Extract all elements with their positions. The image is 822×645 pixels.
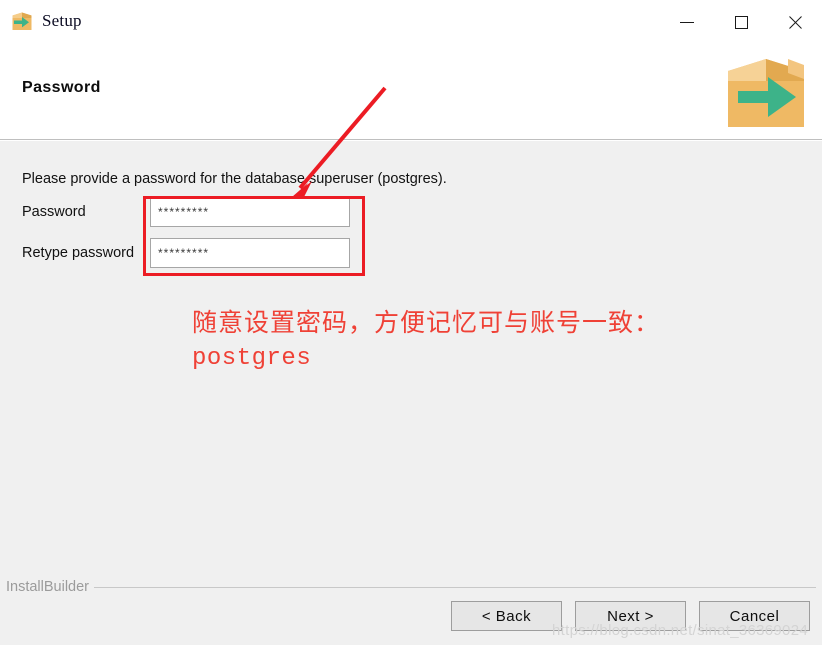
install-box-arrow-icon — [10, 9, 34, 33]
window-controls — [660, 0, 822, 45]
wizard-header: Password — [0, 45, 822, 140]
close-icon — [787, 15, 803, 31]
title-bar-left-group: Setup — [10, 9, 82, 33]
page-title: Password — [22, 79, 101, 96]
back-button[interactable]: < Back — [451, 601, 562, 631]
title-bar: Setup — [0, 0, 822, 46]
wizard-body: Please provide a password for the databa… — [0, 141, 822, 578]
wizard-footer: InstallBuilder < Back Next > Cancel http… — [0, 578, 822, 645]
retype-password-input[interactable] — [150, 238, 350, 268]
close-button[interactable] — [768, 0, 822, 45]
installbuilder-brand-label: InstallBuilder — [6, 579, 95, 595]
window-title: Setup — [42, 11, 82, 30]
password-label: Password — [22, 204, 86, 220]
annotation-line-1: 随意设置密码，方便记忆可与账号一致： — [192, 310, 661, 337]
footer-divider — [6, 587, 816, 588]
watermark-text: https://blog.csdn.net/sinat_36369024 — [552, 622, 808, 639]
password-input[interactable] — [150, 197, 350, 227]
setup-wizard-window: Setup Password Please provide a password… — [0, 0, 822, 645]
annotation-line-2: postgres — [192, 345, 312, 373]
instruction-text: Please provide a password for the databa… — [22, 171, 447, 187]
maximize-icon — [734, 16, 748, 29]
minimize-button[interactable] — [660, 0, 714, 45]
minimize-icon — [680, 22, 694, 23]
annotation-note: 随意设置密码，方便记忆可与账号一致： postgres — [192, 306, 660, 377]
maximize-button[interactable] — [714, 0, 768, 45]
retype-password-label: Retype password — [22, 245, 135, 261]
installbuilder-box-icon — [718, 47, 814, 139]
